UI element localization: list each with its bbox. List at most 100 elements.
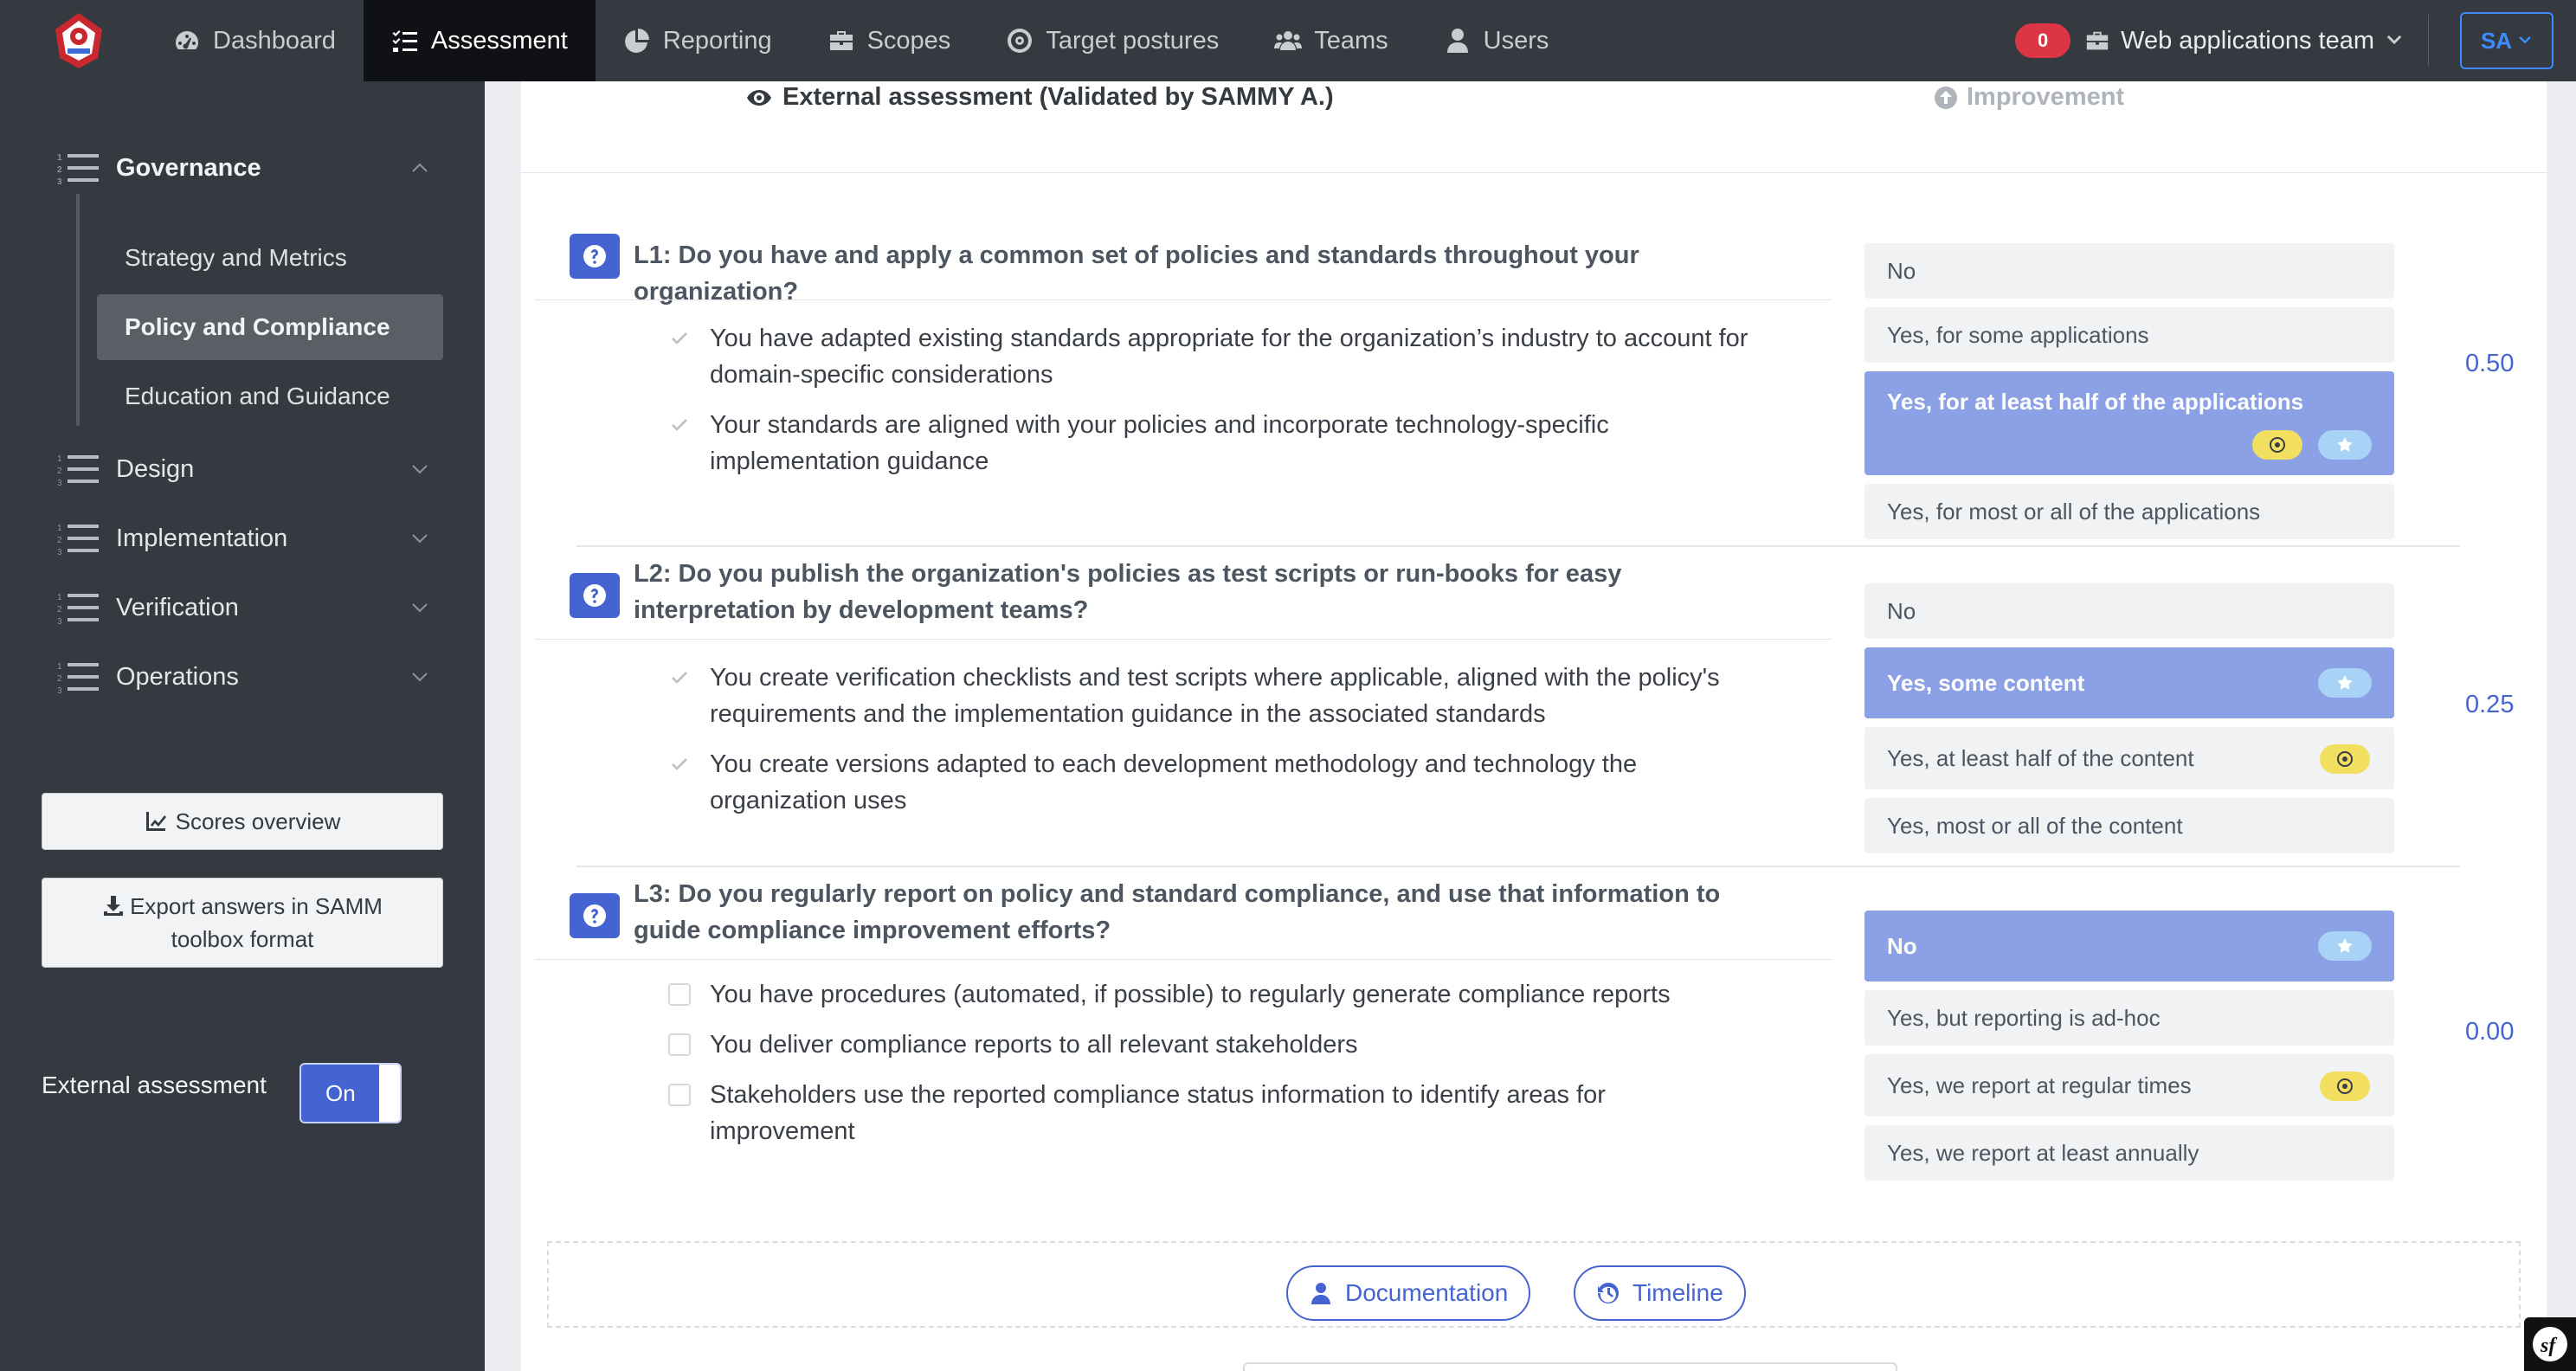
criterion-checkbox[interactable] bbox=[668, 414, 691, 436]
criterion-text: You create versions adapted to each deve… bbox=[710, 750, 1638, 814]
user-menu-button[interactable]: SA bbox=[2460, 12, 2553, 69]
nav-assessment-label: Assessment bbox=[430, 26, 568, 55]
sidebar-section-operations[interactable]: 1 2 3 Operations bbox=[57, 660, 429, 694]
card-header: External assessment (Validated by SAMMY … bbox=[521, 81, 2547, 173]
comment-field[interactable] bbox=[1243, 1362, 1897, 1371]
svg-text:1: 1 bbox=[57, 153, 62, 163]
sidebar-section-label: Design bbox=[116, 454, 195, 483]
answer-option[interactable]: Yes, but reporting is ad-hoc bbox=[1864, 990, 2394, 1046]
target-posture-badge bbox=[2320, 744, 2370, 774]
question-score: 0.00 bbox=[2465, 1018, 2515, 1046]
nav-target-postures[interactable]: Target postures bbox=[978, 0, 1246, 81]
documentation-button[interactable]: Documentation bbox=[1286, 1265, 1531, 1321]
star-icon bbox=[2337, 675, 2353, 690]
answer-option[interactable]: Yes, most or all of the content bbox=[1864, 798, 2394, 853]
scores-overview-button[interactable]: Scores overview bbox=[42, 793, 443, 850]
answer-option[interactable]: Yes, we report at regular times bbox=[1864, 1054, 2394, 1117]
nav-scopes[interactable]: Scopes bbox=[800, 0, 979, 81]
criterion-item: You create versions adapted to each deve… bbox=[668, 746, 1750, 819]
question-help-button[interactable] bbox=[570, 234, 620, 279]
owasp-samm-logo-icon[interactable] bbox=[48, 10, 109, 71]
criterion-checkbox[interactable] bbox=[668, 983, 691, 1006]
sidebar-section-governance[interactable]: 1 2 3 Governance bbox=[57, 151, 429, 185]
improvement-label: Improvement bbox=[1967, 83, 2125, 111]
question-circle-icon bbox=[583, 584, 606, 607]
answer-option[interactable]: Yes, at least half of the content bbox=[1864, 727, 2394, 789]
question-divider bbox=[535, 299, 1832, 300]
answer-option[interactable]: No bbox=[1864, 243, 2394, 299]
line-chart-icon bbox=[145, 812, 166, 831]
user-graduate-icon bbox=[1311, 1283, 1330, 1304]
criterion-item: You deliver compliance reports to all re… bbox=[668, 1027, 1750, 1063]
question-help-button[interactable] bbox=[570, 573, 620, 618]
sidebar-section-verification[interactable]: 1 2 3 Verification bbox=[57, 590, 429, 625]
sidebar-section-label: Operations bbox=[116, 662, 239, 691]
svg-text:1: 1 bbox=[57, 524, 62, 533]
svg-text:1: 1 bbox=[57, 454, 62, 464]
answer-option-selected[interactable]: Yes, for at least half of the applicatio… bbox=[1864, 371, 2394, 475]
svg-text:2: 2 bbox=[57, 165, 62, 175]
sidebar: 1 2 3 Governance Strategy and Metrics Poli… bbox=[0, 81, 485, 1371]
answer-label: Yes, most or all of the content bbox=[1887, 812, 2183, 839]
team-selector-label: Web applications team bbox=[2121, 26, 2374, 55]
briefcase-icon bbox=[2086, 31, 2109, 50]
answer-option-selected[interactable]: No bbox=[1864, 911, 2394, 982]
documentation-area: Documentation Timeline bbox=[547, 1241, 2521, 1328]
chevron-down-icon bbox=[412, 465, 428, 474]
notification-badge[interactable]: 0 bbox=[2015, 23, 2071, 58]
sidebar-item-policy-compliance[interactable]: Policy and Compliance bbox=[97, 294, 443, 360]
timeline-button[interactable]: Timeline bbox=[1574, 1265, 1746, 1321]
symfony-debug-icon[interactable]: sf bbox=[2524, 1317, 2576, 1371]
sidebar-section-design[interactable]: 1 2 3 Design bbox=[57, 452, 429, 486]
question-help-button[interactable] bbox=[570, 893, 620, 938]
criterion-checkbox[interactable] bbox=[668, 1084, 691, 1106]
nav-dashboard[interactable]: Dashboard bbox=[145, 0, 364, 81]
improvement-tab[interactable]: Improvement bbox=[1934, 83, 2124, 112]
team-selector[interactable]: Web applications team bbox=[2084, 15, 2429, 67]
criterion-text: You have adapted existing standards appr… bbox=[710, 325, 1748, 389]
numbered-list-icon: 1 2 3 bbox=[57, 153, 99, 185]
sidebar-item-education-guidance[interactable]: Education and Guidance bbox=[97, 364, 443, 429]
criterion-checkbox[interactable] bbox=[668, 666, 691, 689]
criterion-checkbox[interactable] bbox=[668, 753, 691, 776]
nav-reporting[interactable]: Reporting bbox=[596, 0, 800, 81]
sidebar-section-label: Governance bbox=[116, 153, 261, 182]
answer-option-selected[interactable]: Yes, some content bbox=[1864, 647, 2394, 718]
answer-option[interactable]: No bbox=[1864, 583, 2394, 639]
criterion-text: You have procedures (automated, if possi… bbox=[710, 981, 1671, 1008]
chevron-down-icon bbox=[2386, 35, 2402, 45]
criterion-checkbox[interactable] bbox=[668, 1033, 691, 1056]
answer-option[interactable]: Yes, for most or all of the applications bbox=[1864, 484, 2394, 539]
export-answers-button[interactable]: Export answers in SAMM toolbox format bbox=[42, 878, 443, 968]
target-icon bbox=[2270, 437, 2285, 453]
nav-assessment[interactable]: Assessment bbox=[363, 0, 596, 81]
assessment-card: External assessment (Validated by SAMMY … bbox=[521, 81, 2547, 1371]
nav-users[interactable]: Users bbox=[1416, 0, 1577, 81]
eye-icon bbox=[747, 89, 771, 106]
pie-chart-icon bbox=[624, 29, 649, 53]
nav-teams[interactable]: Teams bbox=[1246, 0, 1415, 81]
answer-label: Yes, for some applications bbox=[1887, 321, 2149, 348]
chevron-down-icon bbox=[412, 534, 428, 544]
sidebar-section-implementation[interactable]: 1 2 3 Implementation bbox=[57, 521, 429, 556]
criterion-item: Your standards are aligned with your pol… bbox=[668, 407, 1750, 480]
sidebar-section-label: Verification bbox=[116, 593, 239, 621]
answer-label: Yes, for at least half of the applicatio… bbox=[1887, 389, 2304, 415]
criterion-text: You deliver compliance reports to all re… bbox=[710, 1031, 1358, 1059]
arrow-circle-up-icon bbox=[1935, 86, 1957, 109]
target-icon bbox=[2337, 751, 2353, 767]
criterion-checkbox[interactable] bbox=[668, 327, 691, 350]
svg-text:3: 3 bbox=[57, 177, 62, 185]
numbered-list-icon: 1 2 3 bbox=[57, 662, 99, 694]
svg-text:2: 2 bbox=[57, 536, 62, 545]
external-assessment-toggle[interactable]: On bbox=[299, 1063, 402, 1123]
sidebar-item-label: Education and Guidance bbox=[125, 383, 390, 409]
answer-option[interactable]: Yes, for some applications bbox=[1864, 307, 2394, 363]
answer-option[interactable]: Yes, we report at least annually bbox=[1864, 1125, 2394, 1181]
gauge-icon bbox=[176, 31, 198, 49]
download-icon bbox=[104, 896, 124, 916]
chevron-down-icon bbox=[412, 673, 428, 682]
answer-label: Yes, we report at regular times bbox=[1887, 1072, 2192, 1098]
sidebar-item-strategy-metrics[interactable]: Strategy and Metrics bbox=[97, 225, 443, 291]
svg-text:3: 3 bbox=[57, 479, 62, 486]
